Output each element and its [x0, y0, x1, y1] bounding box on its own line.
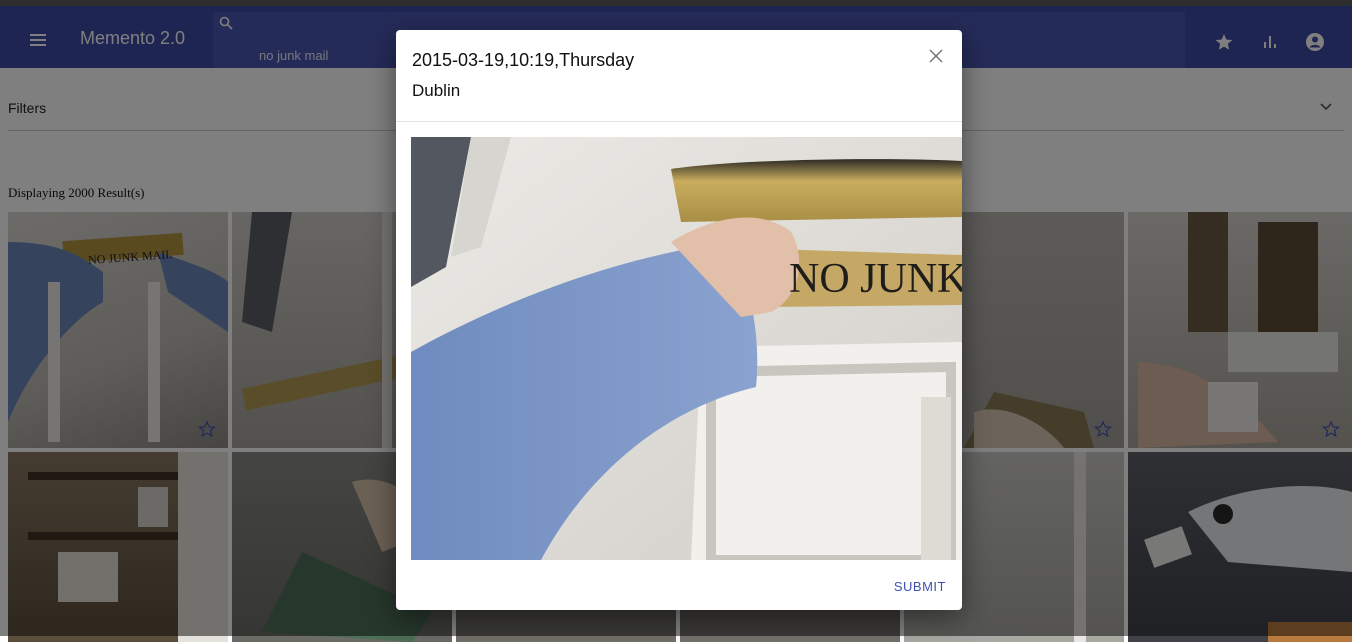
dialog-location: Dublin: [412, 81, 461, 100]
image-detail-dialog: 2015-03-19,10:19,Thursday Dublin NO JUNK…: [396, 30, 962, 610]
dialog-title: 2015-03-19,10:19,Thursday: [412, 50, 635, 70]
plate-text: NO JUNK MA: [789, 256, 962, 302]
dialog-image: NO JUNK MA: [411, 137, 962, 560]
dialog-divider: [396, 121, 962, 122]
dialog-photo: [411, 137, 962, 560]
submit-button[interactable]: SUBMIT: [892, 573, 948, 600]
close-icon[interactable]: [928, 48, 944, 64]
